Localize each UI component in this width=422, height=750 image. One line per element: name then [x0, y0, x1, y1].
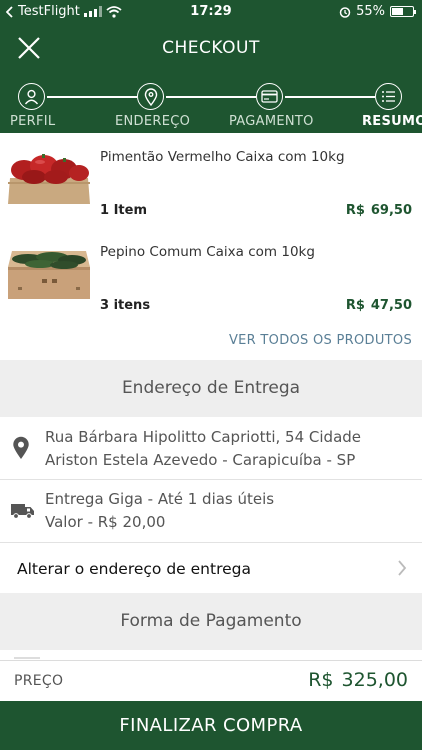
step-pagamento-button[interactable] [256, 83, 283, 110]
currency-symbol: R$ [345, 298, 365, 313]
product-quantity: 3 itens [100, 298, 151, 313]
user-icon [24, 89, 39, 105]
shipping-method: Entrega Giga - Até 1 dias úteis [45, 490, 275, 508]
product-quantity: 1 Item [100, 203, 147, 218]
status-right: 55% [339, 4, 416, 19]
product-item: Pimentão Vermelho Caixa com 10kg 1 Item … [0, 133, 422, 228]
stepper-connector [47, 96, 137, 98]
page-title: CHECKOUT [162, 38, 260, 58]
payment-section-title: Forma de Pagamento [0, 593, 422, 650]
step-label-endereco[interactable]: ENDEREÇO [115, 114, 190, 129]
app-header: CHECKOUT [0, 25, 422, 72]
delivery-section-title: Endereço de Entrega [0, 360, 422, 417]
currency-symbol: R$ [345, 203, 365, 218]
product-price: R$ 47,50 [346, 298, 412, 313]
product-image-cucumber [8, 251, 90, 299]
product-image-red-pepper [8, 154, 90, 204]
step-label-resumo[interactable]: RESUMO [362, 114, 422, 129]
product-name: Pimentão Vermelho Caixa com 10kg [100, 149, 345, 165]
credit-card-icon [261, 90, 278, 103]
step-resumo-button[interactable] [375, 83, 402, 110]
finalize-purchase-button[interactable]: FINALIZAR COMPRA [0, 701, 422, 750]
checkout-stepper: PERFIL ENDEREÇO PAGAMENTO RESUMO [0, 72, 422, 133]
see-all-products-link[interactable]: VER TODOS OS PRODUTOS [0, 333, 412, 348]
battery-percent: 55% [356, 4, 385, 19]
step-label-pagamento[interactable]: PAGAMENTO [229, 114, 314, 129]
product-price: R$ 69,50 [346, 203, 412, 218]
price-value: 47,50 [370, 298, 412, 313]
step-label-perfil[interactable]: PERFIL [10, 114, 55, 129]
status-bar: TestFlight 17:29 55% [0, 0, 422, 25]
delivery-address-row: Rua Bárbara Hipolitto Capriotti, 54 Cida… [0, 418, 422, 480]
alarm-clock-icon [339, 6, 351, 18]
total-value: R$ 325,00 [308, 669, 408, 691]
total-bar: PREÇO R$ 325,00 [0, 660, 422, 701]
step-perfil-button[interactable] [18, 83, 45, 110]
truck-icon [11, 504, 34, 519]
list-icon [382, 91, 395, 102]
location-pin-icon [13, 436, 29, 459]
total-label: PREÇO [14, 673, 64, 689]
product-item: Pepino Comum Caixa com 10kg 3 itens R$ 47… [0, 228, 422, 323]
battery-fill [392, 8, 403, 15]
stepper-connector [166, 96, 256, 98]
step-endereco-button[interactable] [137, 83, 164, 110]
currency-symbol: R$ [308, 669, 334, 691]
total-amount: 325,00 [341, 669, 408, 691]
price-value: 69,50 [370, 203, 412, 218]
change-address-button[interactable]: Alterar o endereço de entrega [0, 544, 422, 593]
shipping-cost: Valor - R$ 20,00 [45, 513, 166, 531]
change-address-label: Alterar o endereço de entrega [17, 560, 251, 578]
chevron-right-icon [398, 560, 407, 576]
delivery-address: Rua Bárbara Hipolitto Capriotti, 54 Cida… [45, 428, 362, 469]
shipping-row: Entrega Giga - Até 1 dias úteis Valor - … [0, 481, 422, 543]
battery-icon [390, 6, 416, 17]
location-pin-icon [144, 87, 157, 106]
stepper-connector [285, 96, 375, 98]
product-name: Pepino Comum Caixa com 10kg [100, 244, 315, 260]
